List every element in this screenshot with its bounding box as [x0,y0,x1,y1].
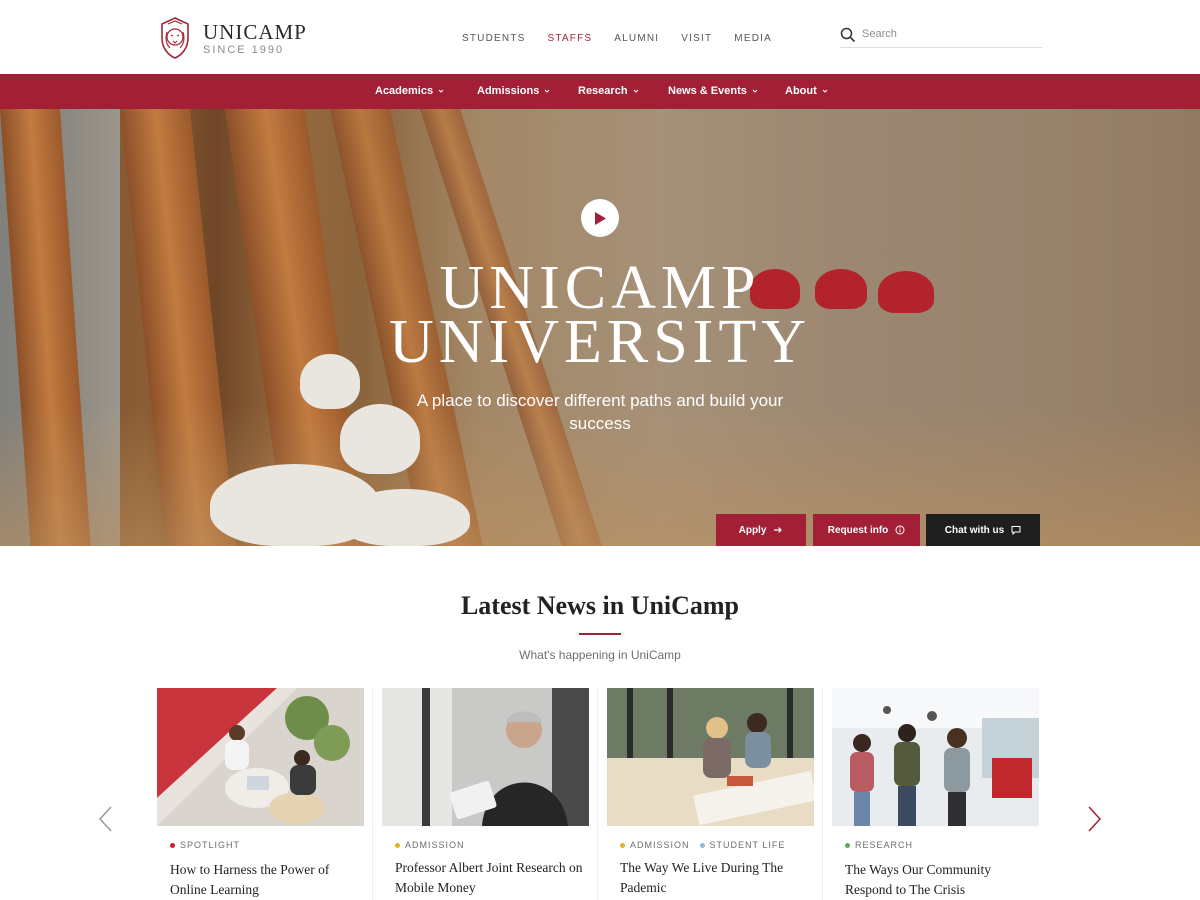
main-nav-admissions[interactable]: Admissions [477,85,550,97]
arrow-right-icon [774,527,783,533]
news-card-title[interactable]: The Way We Live During The Pademic [620,858,810,898]
top-nav: STUDENTS STAFFS ALUMNI VISIT MEDIA [462,33,794,44]
news-card-tags: RESEARCH [845,840,913,850]
title-divider [579,633,621,635]
main-nav-news-events[interactable]: News & Events [668,85,758,97]
main-nav-label: News & Events [668,85,747,97]
top-nav-alumni[interactable]: ALUMNI [614,33,659,44]
tag-dot [699,842,705,848]
hero-section: UNICAMP UNIVERSITY A place to discover d… [0,109,1200,546]
top-nav-visit[interactable]: VISIT [681,33,712,44]
news-card[interactable]: SPOTLIGHT How to Harness the Power of On… [157,688,364,900]
top-nav-staffs[interactable]: STAFFS [548,33,593,44]
carousel-prev-arrow-icon[interactable] [96,806,116,832]
play-icon [595,211,606,225]
category-tag[interactable]: ADMISSION [395,840,465,850]
card-separator [597,688,598,900]
chat-label: Chat with us [944,524,1005,536]
card-separator [822,688,823,900]
main-nav-about[interactable]: About [785,85,828,97]
news-card-title[interactable]: How to Harness the Power of Online Learn… [170,860,360,900]
play-video-button[interactable] [581,199,619,237]
news-card-title[interactable]: Professor Albert Joint Research on Mobil… [395,858,585,898]
lion-crest-icon [161,17,189,59]
category-tag[interactable]: ADMISSION [620,840,690,850]
chevron-down-icon [633,89,638,93]
chevron-down-icon [822,89,828,93]
news-section-subtitle: What's happening in UniCamp [519,648,681,662]
news-card-image[interactable] [832,688,1039,826]
main-nav-label: Research [578,85,628,97]
hero-title-line1: UNICAMP [439,254,761,322]
chevron-down-icon [438,89,444,93]
students-walking-image [832,688,1039,826]
search-bar [840,26,1042,48]
apply-button[interactable]: Apply [716,514,806,546]
chat-button[interactable]: Chat with us [926,514,1040,546]
chevron-down-icon [545,89,550,93]
news-card-image[interactable] [382,688,589,826]
news-card[interactable]: ADMISSION STUDENT LIFE The Way We Live D… [607,688,814,900]
news-card[interactable]: ADMISSION Professor Albert Joint Researc… [382,688,589,900]
main-nav-academics[interactable]: Academics [375,85,444,97]
hero-subtitle: A place to discover different paths and … [416,391,784,433]
tag-dot [395,842,400,848]
tag-label: ADMISSION [630,840,690,850]
top-nav-media[interactable]: MEDIA [734,33,772,44]
professor-tablet-image [382,688,589,826]
news-card-image[interactable] [157,688,364,826]
tag-dot [620,842,625,848]
main-nav-research[interactable]: Research [578,85,639,97]
tag-label: STUDENT LIFE [709,840,786,850]
news-card-title[interactable]: The Ways Our Community Respond to The Cr… [845,860,1035,900]
site-header: UNICAMP SINCE 1990 STUDENTS STAFFS ALUMN… [0,0,1200,74]
hero-white-chair [340,489,470,546]
tag-label: SPOTLIGHT [180,840,241,850]
brand-name: UNICAMP [203,19,307,44]
main-nav: Academics Admissions Research News & Eve… [0,74,1200,109]
apply-label: Apply [738,524,767,536]
tag-dot [845,842,850,848]
tag-label: ADMISSION [405,840,465,850]
tag-label: RESEARCH [855,840,914,850]
category-tag[interactable]: RESEARCH [845,840,913,850]
chevron-down-icon [752,89,758,93]
students-reading-image [607,688,814,826]
main-nav-label: Admissions [477,85,540,97]
news-section-title: Latest News in UniCamp [460,591,740,620]
brand-since: SINCE 1990 [203,43,285,56]
main-nav-label: Academics [375,85,434,97]
category-tag[interactable]: STUDENT LIFE [699,840,786,850]
news-card[interactable]: RESEARCH The Ways Our Community Respond … [832,688,1039,900]
news-card-image[interactable] [607,688,814,826]
card-separator [372,688,373,900]
search-input[interactable] [862,26,1032,40]
request-info-label: Request info [827,524,889,536]
news-card-tags: ADMISSION [395,840,465,850]
info-icon [895,525,905,535]
search-icon[interactable] [840,27,856,43]
carousel-next-arrow-icon[interactable] [1084,806,1104,832]
request-info-button[interactable]: Request info [813,514,920,546]
university-logo[interactable]: UNICAMP SINCE 1990 [158,16,318,60]
category-tag[interactable]: SPOTLIGHT [170,840,240,850]
students-studying-image [157,688,364,826]
news-card-tags: SPOTLIGHT [170,840,240,850]
top-nav-students[interactable]: STUDENTS [462,33,526,44]
main-nav-label: About [785,85,817,97]
hero-title-line2: UNIVERSITY [389,308,811,376]
news-card-tags: ADMISSION STUDENT LIFE [620,840,785,850]
chat-bubble-icon [1011,526,1021,535]
tag-dot [170,842,175,848]
